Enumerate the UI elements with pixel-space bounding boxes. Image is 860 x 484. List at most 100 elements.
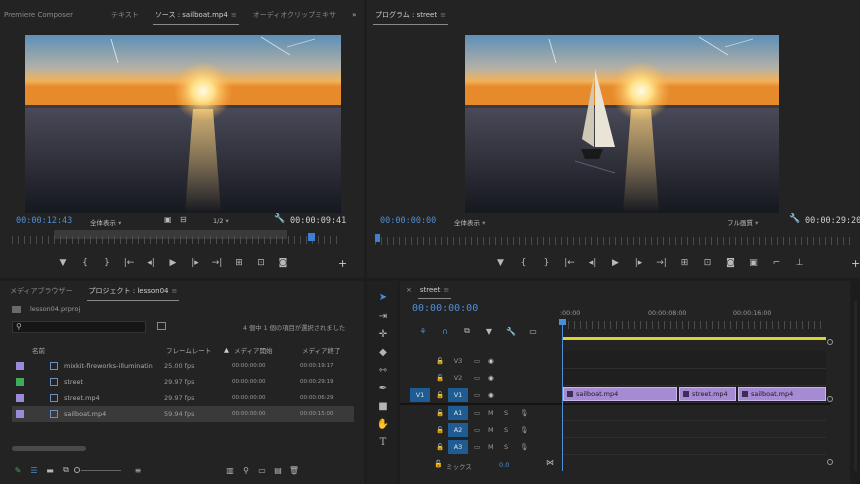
sort-icon[interactable]: ≡ bbox=[130, 466, 146, 475]
step-forward-icon[interactable]: |▸ bbox=[627, 258, 650, 268]
pen-tool-icon[interactable]: ✒ bbox=[376, 383, 390, 397]
lock-icon[interactable]: 🔓 bbox=[436, 409, 448, 417]
clip-sailboat-1[interactable]: sailboat.mp4 bbox=[563, 387, 677, 401]
tab-audio-clip-mixer[interactable]: オーディオクリップミキサ bbox=[245, 10, 344, 20]
tab-sequence-street[interactable]: street ≡ bbox=[412, 286, 457, 299]
selection-tool-icon[interactable]: ➤ bbox=[376, 292, 390, 306]
play-icon[interactable]: ▶ bbox=[604, 258, 627, 268]
program-current-timecode[interactable]: 00:00:00:00 bbox=[380, 216, 436, 226]
timeline-scroll-handle[interactable] bbox=[827, 339, 833, 345]
slip-tool-icon[interactable]: ⇿ bbox=[376, 365, 390, 379]
captions-icon[interactable]: ▭ bbox=[522, 327, 544, 336]
panel-menu-icon[interactable]: ≡ bbox=[172, 287, 178, 295]
program-fit-dropdown[interactable]: 全体表示 bbox=[454, 217, 485, 227]
wrench-icon[interactable]: 🔧 bbox=[274, 214, 285, 224]
go-to-in-icon[interactable]: |← bbox=[118, 258, 140, 268]
video-track-lane[interactable] bbox=[562, 385, 826, 386]
insert-icon[interactable]: ⊟ bbox=[180, 215, 187, 224]
sync-lock-icon[interactable]: ▭ bbox=[474, 391, 488, 399]
track-target[interactable]: V2 bbox=[448, 371, 468, 385]
add-button-icon[interactable]: + bbox=[338, 257, 347, 270]
timeline-playhead-head[interactable] bbox=[559, 319, 566, 325]
tab-text[interactable]: テキスト bbox=[103, 10, 147, 20]
eye-icon[interactable]: ◉ bbox=[488, 391, 502, 399]
clip-street[interactable]: street.mp4 bbox=[679, 387, 736, 401]
lock-icon[interactable]: 🔓 bbox=[436, 391, 448, 399]
rectangle-tool-icon[interactable]: ■ bbox=[376, 401, 390, 415]
work-area-bar[interactable] bbox=[562, 337, 826, 340]
program-quality-dropdown[interactable]: フル画質 bbox=[727, 217, 758, 227]
audio-track-lane[interactable] bbox=[562, 454, 826, 455]
camera-icon[interactable]: ◙ bbox=[272, 258, 294, 268]
linked-selection-icon[interactable]: ⧉ bbox=[456, 326, 478, 336]
microphone-icon[interactable]: 🎙 bbox=[520, 443, 532, 451]
label-color-swatch[interactable] bbox=[16, 394, 24, 402]
list-horizontal-scrollbar[interactable] bbox=[12, 446, 86, 451]
go-to-out-icon[interactable]: →| bbox=[206, 258, 228, 268]
source-playhead[interactable] bbox=[308, 233, 315, 241]
sync-lock-icon[interactable]: ▭ bbox=[474, 426, 488, 434]
type-tool-icon[interactable]: T bbox=[376, 437, 390, 451]
hand-tool-icon[interactable]: ✋ bbox=[376, 419, 390, 433]
timeline-settings-icon[interactable]: 🔧 bbox=[500, 327, 522, 336]
track-target[interactable]: V3 bbox=[448, 354, 468, 368]
panel-menu-icon[interactable]: ≡ bbox=[440, 11, 446, 19]
program-playhead[interactable] bbox=[375, 234, 380, 242]
nest-icon[interactable]: ⚘ bbox=[412, 327, 434, 336]
step-forward-icon[interactable]: |▸ bbox=[184, 258, 206, 268]
search-input[interactable] bbox=[27, 323, 143, 332]
microphone-icon[interactable]: 🎙 bbox=[520, 409, 532, 417]
list-item[interactable]: sailboat.mp4 59.94 fps 00:00:00:00 00:00:15… bbox=[12, 406, 354, 422]
list-item[interactable]: street.mp4 29.97 fps 00:00:00:00 00:00:06:2… bbox=[12, 390, 354, 406]
source-current-timecode[interactable]: 00:00:12:43 bbox=[16, 216, 72, 226]
mark-in-icon[interactable]: { bbox=[512, 258, 535, 268]
add-marker-icon[interactable]: ▼ bbox=[478, 327, 500, 336]
sort-ascending-icon[interactable]: ▲ bbox=[224, 346, 234, 354]
track-target[interactable]: A1 bbox=[448, 406, 468, 420]
automate-icon[interactable]: ▥ bbox=[222, 466, 238, 475]
program-time-ruler[interactable] bbox=[375, 237, 855, 245]
overwrite-icon[interactable]: ⊡ bbox=[250, 258, 272, 268]
settings-icon[interactable]: ⊥ bbox=[788, 258, 811, 268]
mix-lock-icon[interactable]: 🔓 bbox=[434, 460, 443, 468]
mute-icon[interactable]: M bbox=[488, 426, 504, 434]
track-target[interactable]: V1 bbox=[448, 388, 468, 402]
overflow-icon[interactable]: » bbox=[344, 11, 364, 19]
audio-track-lane[interactable] bbox=[562, 437, 826, 438]
new-bin-icon[interactable]: ▭ bbox=[254, 466, 270, 475]
go-to-in-icon[interactable]: |← bbox=[558, 258, 581, 268]
play-icon[interactable]: ▶ bbox=[162, 258, 184, 268]
trim-icon[interactable]: ⌐ bbox=[765, 258, 788, 268]
track-select-tool-icon[interactable]: ⇥ bbox=[376, 311, 390, 325]
find-icon[interactable]: ⚲ bbox=[238, 466, 254, 475]
sync-lock-icon[interactable]: ▭ bbox=[474, 357, 488, 365]
zoom-slider[interactable] bbox=[74, 466, 126, 474]
scroll-handle-audio[interactable] bbox=[827, 459, 833, 465]
search-field[interactable]: ⚲ bbox=[12, 321, 146, 333]
timeline-time-ruler[interactable] bbox=[562, 321, 826, 329]
audio-track-lane[interactable] bbox=[562, 420, 826, 421]
trash-icon[interactable]: 🗑 bbox=[286, 466, 302, 475]
microphone-icon[interactable]: 🎙 bbox=[520, 426, 532, 434]
marker-icon[interactable]: ▼ bbox=[52, 258, 74, 268]
marker-icon[interactable]: ▼ bbox=[489, 258, 512, 268]
tab-source[interactable]: ソース : sailboat.mp4 ≡ bbox=[147, 10, 245, 25]
mark-out-icon[interactable]: } bbox=[96, 258, 118, 268]
source-patch-v1[interactable]: V1 bbox=[410, 388, 430, 402]
mute-icon[interactable]: M bbox=[488, 443, 504, 451]
list-item[interactable]: mixkit-fireworks-illuminatin 25.00 fps 00:… bbox=[12, 358, 354, 374]
add-button-icon[interactable]: + bbox=[851, 257, 860, 270]
mark-in-icon[interactable]: { bbox=[74, 258, 96, 268]
track-target[interactable]: A2 bbox=[448, 423, 468, 437]
tab-project[interactable]: プロジェクト : lesson04 ≡ bbox=[81, 286, 186, 301]
step-back-icon[interactable]: ◂| bbox=[581, 258, 604, 268]
new-bin-from-search-icon[interactable] bbox=[157, 322, 166, 330]
tab-media-browser[interactable]: メディアブラウザー bbox=[0, 286, 81, 296]
timeline-timecode[interactable]: 00:00:00:00 bbox=[412, 303, 478, 314]
tab-premiere-composer[interactable]: Premiere Composer bbox=[0, 11, 81, 19]
panel-menu-icon[interactable]: ≡ bbox=[443, 286, 449, 294]
sync-lock-icon[interactable]: ▭ bbox=[474, 374, 488, 382]
panel-menu-icon[interactable]: ≡ bbox=[231, 11, 237, 19]
go-to-out-icon[interactable]: →| bbox=[650, 258, 673, 268]
step-back-icon[interactable]: ◂| bbox=[140, 258, 162, 268]
